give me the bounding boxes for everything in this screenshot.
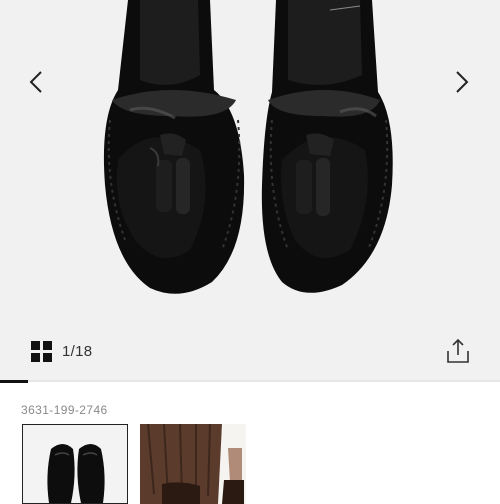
- thumbnail-1[interactable]: [22, 424, 128, 504]
- next-image-button[interactable]: [442, 62, 482, 102]
- product-code: 3631-199-2746: [21, 403, 108, 417]
- image-counter: 1/18: [62, 343, 93, 360]
- gallery-progress-track: [0, 380, 500, 382]
- previous-image-button[interactable]: [16, 62, 56, 102]
- gallery-progress-fill: [0, 380, 28, 383]
- chevron-right-icon: [456, 71, 469, 93]
- grid-icon[interactable]: [31, 341, 52, 362]
- thumbnail-2-image: [140, 424, 246, 504]
- product-photo[interactable]: [0, 0, 500, 330]
- thumbnail-1-image: [23, 425, 127, 503]
- thumbnail-2[interactable]: [140, 424, 246, 504]
- share-icon[interactable]: [444, 337, 472, 365]
- right-shoe-image: [261, 0, 393, 293]
- image-gallery[interactable]: 1/18: [0, 0, 500, 382]
- chevron-left-icon: [29, 71, 42, 93]
